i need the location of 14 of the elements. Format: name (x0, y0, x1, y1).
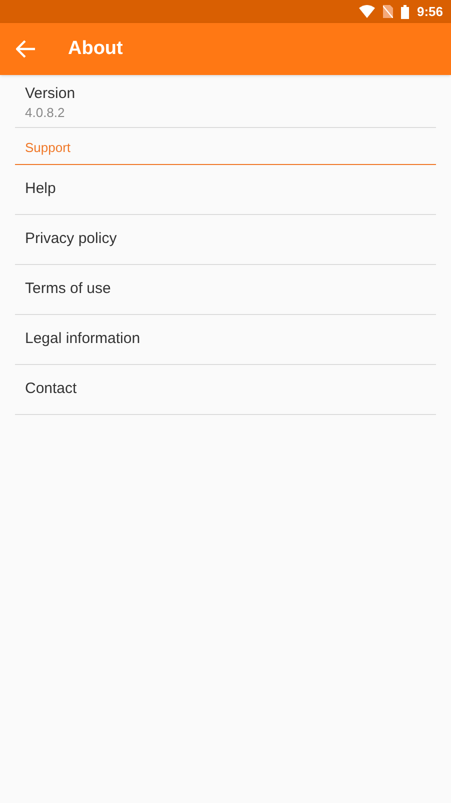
version-label: Version (25, 84, 76, 104)
menu-item[interactable]: Contact (15, 364, 436, 414)
back-arrow-icon (16, 40, 36, 58)
section-header: Support (25, 139, 72, 157)
version-number: 4.0.8.2 (25, 104, 66, 121)
page-title: About (68, 36, 123, 61)
menu-item[interactable]: Terms of use (15, 264, 436, 314)
no-sim-icon (382, 5, 393, 18)
menu-item[interactable]: Legal information (15, 314, 436, 364)
battery-icon (400, 4, 409, 18)
menu-item[interactable]: Help (15, 164, 436, 214)
menu-item[interactable]: Privacy policy (15, 214, 436, 264)
wifi-icon (358, 5, 375, 18)
clock: 9:56 (416, 2, 443, 21)
